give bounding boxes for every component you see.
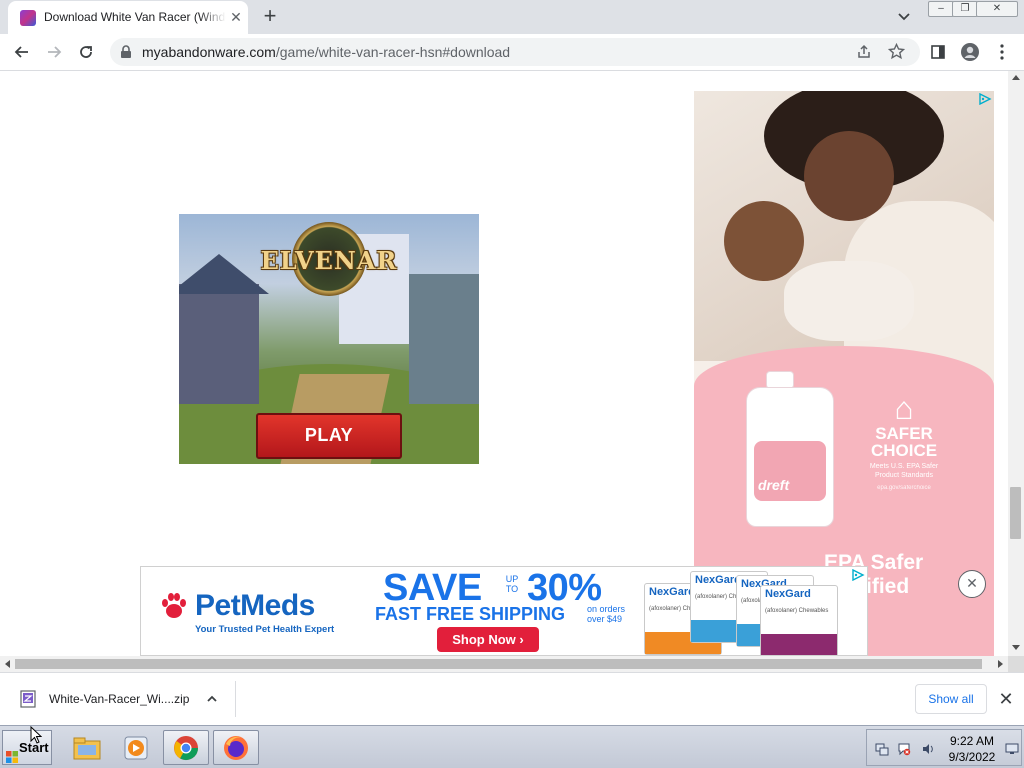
- scroll-left-arrow-icon[interactable]: [5, 660, 10, 668]
- ad-scenery-house: [179, 284, 259, 404]
- clock-time[interactable]: 9:22 AM: [947, 734, 997, 748]
- scroll-right-arrow-icon[interactable]: [998, 660, 1003, 668]
- side-panel-icon[interactable]: [926, 40, 950, 64]
- profile-icon[interactable]: [958, 40, 982, 64]
- download-bar: White-Van-Racer_Wi....zip Show all ✕: [0, 672, 1024, 725]
- photo-shape: [724, 201, 804, 281]
- network-icon[interactable]: [875, 742, 889, 756]
- scrollbar-corner: [1008, 656, 1024, 672]
- show-all-button[interactable]: Show all: [915, 684, 987, 714]
- system-tray: 9:22 AM 9/3/2022: [866, 729, 1022, 766]
- reload-icon[interactable]: [74, 40, 98, 64]
- ad-close-button[interactable]: ✕: [958, 570, 986, 598]
- ad-scenery-house: [409, 274, 479, 404]
- share-icon[interactable]: [856, 44, 872, 63]
- chrome-icon[interactable]: [163, 730, 209, 765]
- clock-date[interactable]: 9/3/2022: [945, 750, 999, 764]
- shipping-text: FAST FREE SHIPPING: [375, 604, 566, 624]
- elvenar-ad[interactable]: ELVENAR PLAY: [179, 214, 479, 464]
- vertical-scroll-thumb[interactable]: [1010, 487, 1021, 539]
- petmeds-tagline: Your Trusted Pet Health Expert: [195, 624, 335, 635]
- show-desktop-icon[interactable]: [1005, 742, 1019, 756]
- url-host: myabandonware.com: [142, 44, 276, 60]
- scroll-up-arrow-icon[interactable]: [1012, 75, 1020, 80]
- download-bar-close-icon[interactable]: ✕: [996, 689, 1016, 709]
- tab-search-chevron-icon[interactable]: [895, 9, 913, 25]
- photo-shape: [804, 131, 894, 221]
- download-file-name: White-Van-Racer_Wi....zip: [49, 692, 190, 706]
- url-path: /game/white-van-racer-hsn#download: [275, 44, 511, 60]
- kebab-menu-icon[interactable]: [990, 40, 1014, 64]
- product-band: [761, 634, 837, 655]
- photo-shape: [784, 261, 914, 341]
- shop-now-button[interactable]: Shop Now ›: [437, 627, 539, 652]
- address-bar[interactable]: myabandonware.com/game/white-van-racer-h…: [110, 38, 920, 66]
- browser-toolbar: myabandonware.com/game/white-van-racer-h…: [0, 34, 1024, 71]
- lock-icon[interactable]: [120, 45, 132, 59]
- mouse-cursor-icon: [30, 725, 43, 744]
- forward-arrow-icon[interactable]: [42, 40, 66, 64]
- start-button[interactable]: Start: [2, 730, 52, 765]
- zip-file-icon: [20, 690, 36, 708]
- seal-subtitle: Meets U.S. EPA Safer Product Standards: [869, 463, 939, 479]
- tab-close-icon[interactable]: ✕: [228, 9, 244, 25]
- seal-title-1: SAFER: [875, 424, 933, 443]
- elvenar-logo: ELVENAR: [260, 246, 398, 275]
- page-content: ELVENAR PLAY dreft ⌂ SAFER CHOICE Meets …: [0, 71, 1008, 656]
- nexgard-box: NexGard (afoxolaner) Chewables: [760, 585, 838, 655]
- seal-url: epa.gov/saferchoice: [877, 485, 931, 491]
- play-button[interactable]: PLAY: [256, 413, 402, 459]
- restore-button[interactable]: ❐: [952, 1, 978, 17]
- windows-taskbar: Start 9:22 AM 9/3/2022: [0, 725, 1024, 768]
- site-favicon-icon: [20, 10, 36, 26]
- dreft-brand-text: dreft: [758, 477, 790, 493]
- file-explorer-icon[interactable]: [64, 730, 110, 765]
- firefox-icon[interactable]: [213, 730, 259, 765]
- mother-baby-photo: [694, 91, 994, 381]
- adchoices-icon[interactable]: [978, 92, 992, 106]
- download-item[interactable]: White-Van-Racer_Wi....zip: [8, 681, 236, 717]
- tab-strip: Download White Van Racer (Windows) ✕ + –…: [0, 0, 1024, 34]
- petmeds-brand: PetMeds: [195, 589, 315, 622]
- horizontal-scroll-thumb[interactable]: [15, 659, 982, 669]
- scroll-down-arrow-icon[interactable]: [1012, 645, 1020, 650]
- house-icon: ⌂: [894, 390, 914, 426]
- star-icon[interactable]: [887, 42, 906, 63]
- nexgard-products: NexGard (afoxolaner) Chewables NexGard (…: [644, 571, 866, 655]
- horizontal-scrollbar[interactable]: [0, 656, 1008, 672]
- action-center-icon[interactable]: [897, 742, 911, 756]
- adchoices-icon[interactable]: [851, 568, 865, 582]
- windows-logo-icon: [6, 742, 18, 763]
- vertical-scrollbar[interactable]: [1008, 71, 1024, 656]
- ad-scenery-roof: [179, 254, 269, 294]
- window-close-button[interactable]: ✕: [976, 1, 1018, 17]
- safer-choice-seal: ⌂ SAFER CHOICE Meets U.S. EPA Safer Prod…: [864, 391, 944, 521]
- petmeds-banner-ad[interactable]: PetMeds Your Trusted Pet Health Expert S…: [140, 566, 868, 656]
- seal-title-2: CHOICE: [870, 441, 938, 460]
- product-sub: (afoxolaner) Chewables: [765, 608, 829, 614]
- minimize-button[interactable]: –: [928, 1, 954, 17]
- paw-icon: [159, 591, 189, 621]
- chevron-up-icon[interactable]: [204, 691, 220, 707]
- media-player-icon[interactable]: [113, 730, 159, 765]
- tab-title: Download White Van Racer (Windows): [44, 10, 226, 24]
- new-tab-button[interactable]: +: [258, 5, 282, 29]
- browser-tab[interactable]: Download White Van Racer (Windows) ✕: [8, 1, 248, 34]
- volume-icon[interactable]: [921, 742, 935, 756]
- orders-threshold-text: on orders over $49: [587, 604, 626, 624]
- product-name: NexGard: [765, 588, 811, 600]
- up-to-text: UP TO: [505, 574, 519, 594]
- back-arrow-icon[interactable]: [10, 40, 34, 64]
- url-text[interactable]: myabandonware.com/game/white-van-racer-h…: [142, 44, 510, 60]
